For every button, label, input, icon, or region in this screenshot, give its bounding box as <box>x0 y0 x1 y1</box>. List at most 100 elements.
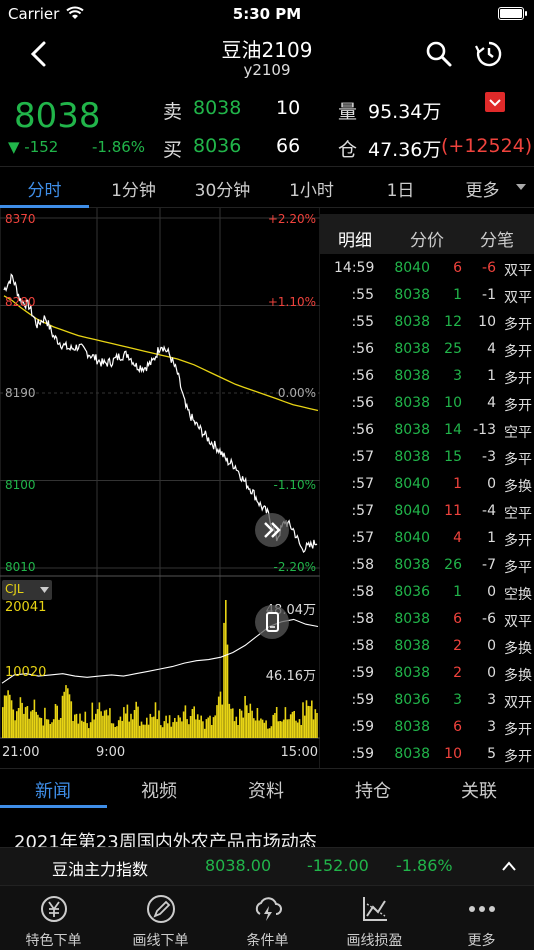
trade-price: 8038 <box>394 287 430 303</box>
trade-price: 8038 <box>394 746 430 762</box>
volume-bar <box>219 691 222 738</box>
tab-price-distribution[interactable]: 分价 <box>410 226 444 251</box>
volume-bar <box>158 710 160 738</box>
volume-bar <box>295 720 297 738</box>
trade-oi: 5 <box>487 746 496 762</box>
volume-bar <box>267 728 269 738</box>
trade-vol: 2 <box>453 638 462 654</box>
trade-type: 多开 <box>504 371 532 387</box>
volume-bar <box>233 721 236 738</box>
open-interest-label: 仓 <box>338 139 358 161</box>
volume-bar <box>81 720 83 738</box>
volume-bar <box>131 719 134 738</box>
trade-price: 8038 <box>394 395 430 411</box>
trade-time: :57 <box>351 449 374 465</box>
tab-intraday[interactable]: 分时 <box>0 176 89 201</box>
tab-more[interactable]: 更多 <box>445 176 520 201</box>
volume-bar <box>44 707 46 738</box>
volume-bar <box>207 717 209 738</box>
pen-draw-icon <box>147 895 175 923</box>
volume-bar <box>212 717 215 738</box>
history-clock-icon[interactable] <box>475 40 503 68</box>
volume-bar <box>307 705 310 738</box>
battery-icon <box>498 7 527 20</box>
trade-oi: 3 <box>487 719 496 735</box>
special-order-button[interactable]: 特色下单 <box>0 886 107 950</box>
tab-related[interactable]: 关联 <box>461 777 497 803</box>
trade-type: 多开 <box>504 317 532 333</box>
trade-time: :57 <box>351 530 374 546</box>
trade-vol: 6 <box>453 260 462 276</box>
tab-1hour[interactable]: 1小时 <box>267 176 356 201</box>
trade-row: :57 8040 1 0 多换 <box>320 472 534 499</box>
volume-bar <box>230 708 232 738</box>
volume-bar <box>214 715 216 738</box>
trade-type: 多换 <box>504 641 532 657</box>
trade-time: :55 <box>351 314 374 330</box>
trade-type: 多开 <box>504 749 532 765</box>
trade-row: :58 8038 26 -7 多平 <box>320 553 534 580</box>
volume-bar <box>59 718 62 738</box>
conditional-order-button[interactable]: 条件单 <box>214 886 321 950</box>
search-icon[interactable] <box>425 40 453 68</box>
volume-bar <box>23 713 25 738</box>
trade-detail-panel: 明细 分价 分笔 14:59 8040 6 -6 双平:55 8038 1 -1 双平:55 80… <box>320 208 534 768</box>
volume-label: 量 <box>338 101 358 123</box>
trade-vol: 1 <box>453 476 462 492</box>
volume-bar <box>121 720 123 738</box>
volume-bar <box>275 707 278 738</box>
volume-bar <box>202 721 204 738</box>
volume-bar <box>45 719 48 738</box>
volume-bar <box>91 702 94 738</box>
trade-row: :56 8038 3 1 多开 <box>320 364 534 391</box>
volume-bar <box>221 704 223 738</box>
intraday-chart[interactable]: 8370 +2.20% 8280 +1.10% 8190 0.00% 8100 … <box>0 208 320 768</box>
tab-profile[interactable]: 资料 <box>248 777 284 803</box>
trade-price: 8038 <box>394 665 430 681</box>
volume-bar <box>28 718 30 738</box>
more-button[interactable]: 更多 <box>428 886 534 950</box>
trade-price: 8036 <box>394 692 430 708</box>
trade-type: 多开 <box>504 398 532 414</box>
chevron-up-icon[interactable] <box>500 860 518 872</box>
volume-bar <box>47 719 50 738</box>
volume-bar <box>79 713 81 738</box>
tab-tick[interactable]: 分笔 <box>480 226 514 251</box>
sell-label: 卖 <box>163 101 183 123</box>
volume-bar <box>52 719 55 738</box>
volume-bar <box>3 695 6 738</box>
volume-bar <box>142 724 144 738</box>
instrument-title: 豆油2109 <box>221 38 313 62</box>
trade-row: :58 8036 1 0 空换 <box>320 580 534 607</box>
draw-line-pnl-button[interactable]: 画线损盈 <box>321 886 428 950</box>
tab-detail[interactable]: 明细 <box>338 226 372 251</box>
volume-bar <box>40 718 43 738</box>
volume-bar <box>16 711 18 738</box>
index-ticker-bar[interactable]: 豆油主力指数 8038.00 -152.00 -1.86% <box>0 847 534 885</box>
tab-1min[interactable]: 1分钟 <box>89 176 178 201</box>
indicator-selector[interactable]: CJL <box>2 580 52 600</box>
trade-time: :59 <box>351 719 374 735</box>
expand-chart-button[interactable] <box>255 513 289 547</box>
price-axis-4: 8100 <box>5 478 36 492</box>
draw-line-order-label: 画线下单 <box>132 933 189 949</box>
trade-row: :55 8038 12 10 多开 <box>320 310 534 337</box>
rotate-landscape-button[interactable] <box>255 605 289 639</box>
index-price: 8038.00 <box>205 856 272 875</box>
tab-positions[interactable]: 持仓 <box>355 777 391 803</box>
trade-type: 空平 <box>504 425 532 441</box>
draw-line-order-button[interactable]: 画线下单 <box>107 886 214 950</box>
expand-quote-button[interactable] <box>485 92 505 112</box>
volume-bar <box>232 708 234 738</box>
trade-price: 8040 <box>394 530 430 546</box>
volume-bar <box>312 719 315 738</box>
volume-bar <box>253 718 255 738</box>
tab-1day[interactable]: 1日 <box>356 176 445 201</box>
tab-news[interactable]: 新闻 <box>35 777 71 803</box>
volume-bar <box>7 690 9 738</box>
tab-video[interactable]: 视频 <box>141 777 177 803</box>
volume-bar <box>147 724 150 738</box>
tab-30min[interactable]: 30分钟 <box>178 176 267 201</box>
last-price: 8038 <box>14 96 101 136</box>
volume-bar <box>100 711 102 738</box>
